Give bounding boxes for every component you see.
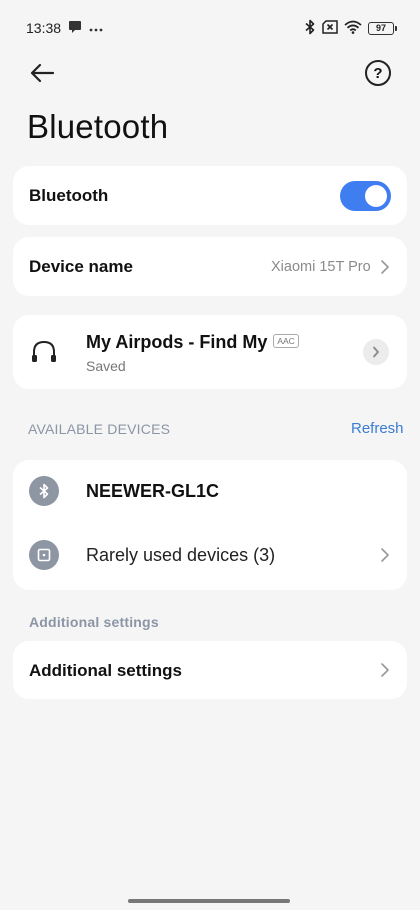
device-name-label: Device name <box>29 257 133 276</box>
status-right: 97 <box>304 19 397 38</box>
back-button[interactable] <box>24 58 60 88</box>
bluetooth-icon <box>29 476 59 506</box>
status-left: 13:38 <box>26 20 103 37</box>
additional-settings-row[interactable]: Additional settings <box>13 641 407 699</box>
device-details-button[interactable] <box>363 339 389 365</box>
help-button[interactable]: ? <box>365 60 391 86</box>
back-arrow-icon <box>30 63 55 83</box>
available-devices-list: NEEWER-GL1C Rarely used devices (3) <box>13 460 407 590</box>
chevron-right-icon <box>381 663 389 677</box>
no-sim-icon <box>322 19 338 37</box>
additional-settings-label: Additional settings <box>29 661 182 680</box>
paired-device-name-line: My Airpods - Find My AAC <box>86 332 299 353</box>
paired-device-status: Saved <box>86 358 126 374</box>
more-dots-icon <box>89 20 103 36</box>
available-device-name: NEEWER-GL1C <box>86 481 220 501</box>
rarely-used-devices-label: Rarely used devices (3) <box>86 545 276 565</box>
home-indicator[interactable] <box>128 899 290 903</box>
wifi-icon <box>344 20 362 37</box>
top-bar <box>0 56 420 90</box>
refresh-button[interactable]: Refresh <box>351 420 404 437</box>
bluetooth-toggle-label: Bluetooth <box>29 186 109 205</box>
paired-device-name: My Airpods - Find My <box>86 332 268 352</box>
additional-settings-header: Additional settings <box>29 614 159 630</box>
status-bar: 13:38 97 <box>0 0 420 56</box>
bluetooth-toggle-card[interactable]: Bluetooth <box>13 166 407 225</box>
message-icon <box>68 20 82 37</box>
page-title: Bluetooth <box>27 108 169 145</box>
available-device-item[interactable]: NEEWER-GL1C <box>13 460 407 523</box>
device-name-row[interactable]: Device name Xiaomi 15T Pro <box>13 237 407 296</box>
question-mark-icon: ? <box>373 64 383 82</box>
chevron-right-icon <box>373 346 379 358</box>
battery-indicator: 97 <box>368 21 397 35</box>
headphones-icon <box>32 340 56 362</box>
toggle-knob <box>365 185 387 207</box>
chevron-right-icon <box>381 260 389 274</box>
rarely-used-devices-row[interactable]: Rarely used devices (3) <box>13 523 407 590</box>
device-name-value: Xiaomi 15T Pro <box>271 259 371 275</box>
status-time: 13:38 <box>26 20 62 36</box>
paired-device-row[interactable]: My Airpods - Find My AAC Saved <box>13 315 407 389</box>
available-devices-header: AVAILABLE DEVICES <box>28 421 171 437</box>
chevron-right-icon <box>381 548 389 562</box>
codec-badge: AAC <box>273 334 299 348</box>
bluetooth-status-icon <box>304 19 316 38</box>
bluetooth-toggle-switch[interactable] <box>340 181 391 211</box>
device-box-icon <box>29 540 59 570</box>
